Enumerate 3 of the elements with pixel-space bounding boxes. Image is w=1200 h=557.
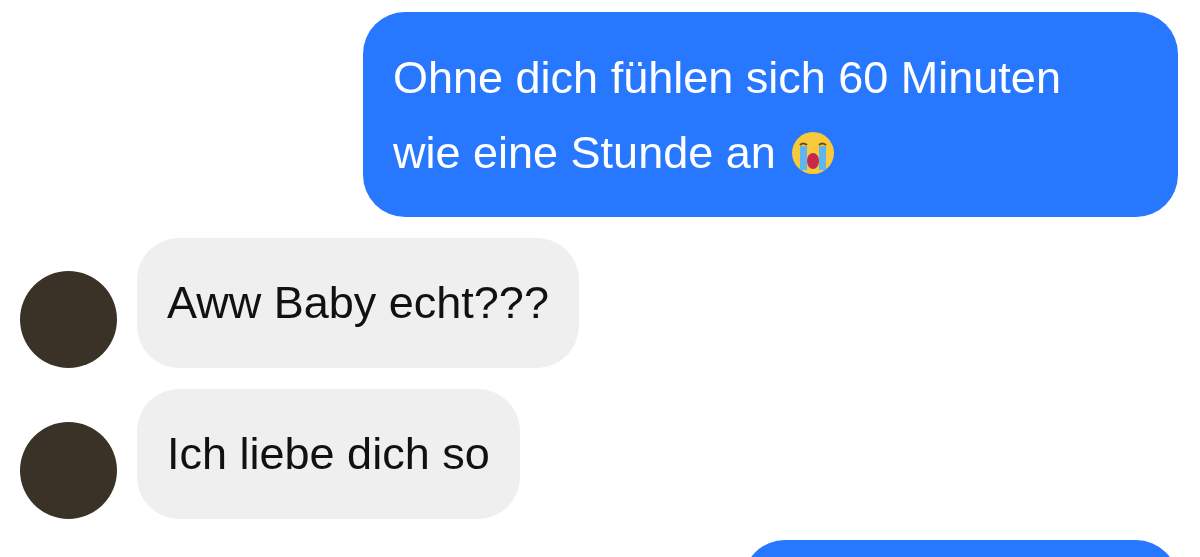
received-message: Ich liebe dich so [137, 389, 520, 519]
sent-message: Ohne dich fühlen sich 60 Minuten wie eine Stunde an [363, 12, 1178, 217]
received-message: Aww Baby echt??? [137, 238, 579, 368]
